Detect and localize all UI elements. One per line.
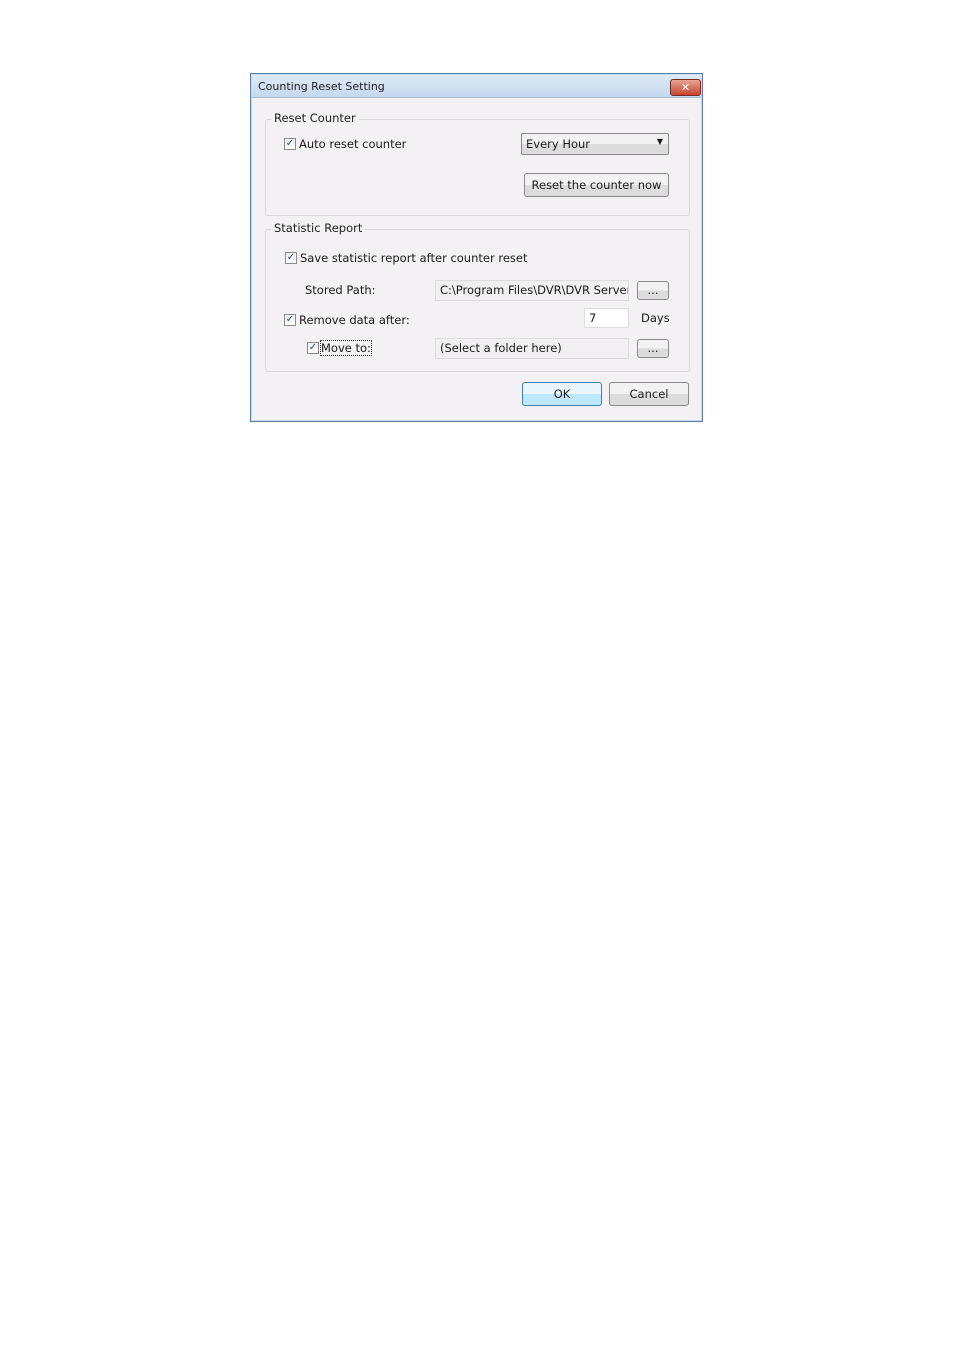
save-report-checkbox[interactable]: ✓ (285, 252, 297, 264)
reset-now-button[interactable]: Reset the counter now (524, 173, 669, 197)
stored-path-browse-button[interactable]: ... (637, 281, 669, 300)
counting-reset-dialog: Counting Reset Setting ✕ Reset Counter ✓… (250, 73, 703, 422)
move-to-label: Move to: (320, 340, 372, 356)
interval-selected: Every Hour (526, 137, 591, 151)
auto-reset-checkbox[interactable]: ✓ (284, 138, 296, 150)
reset-counter-label: Reset Counter (271, 111, 359, 125)
move-to-browse-button[interactable]: ... (637, 339, 669, 358)
interval-dropdown[interactable]: Every Hour ▼ (521, 133, 669, 155)
save-report-label: Save statistic report after counter rese… (300, 251, 528, 265)
close-icon[interactable]: ✕ (670, 79, 701, 96)
ok-button[interactable]: OK (522, 382, 602, 406)
remove-data-label: Remove data after: (299, 313, 410, 327)
stored-path-label: Stored Path: (305, 283, 376, 297)
cancel-button[interactable]: Cancel (609, 382, 689, 406)
statistic-report-label: Statistic Report (271, 221, 366, 235)
title-bar: Counting Reset Setting ✕ (252, 75, 701, 98)
auto-reset-label: Auto reset counter (299, 137, 407, 151)
move-to-folder-field[interactable]: (Select a folder here) (435, 338, 629, 359)
stored-path-field[interactable]: C:\Program Files\DVR\DVR Server\ (435, 280, 629, 301)
dialog-title: Counting Reset Setting (258, 80, 385, 93)
remove-data-checkbox[interactable]: ✓ (284, 314, 296, 326)
days-input[interactable]: 7 (584, 308, 629, 328)
chevron-down-icon: ▼ (656, 137, 663, 146)
days-unit: Days (641, 311, 670, 325)
move-to-checkbox[interactable]: ✓ (307, 342, 319, 354)
